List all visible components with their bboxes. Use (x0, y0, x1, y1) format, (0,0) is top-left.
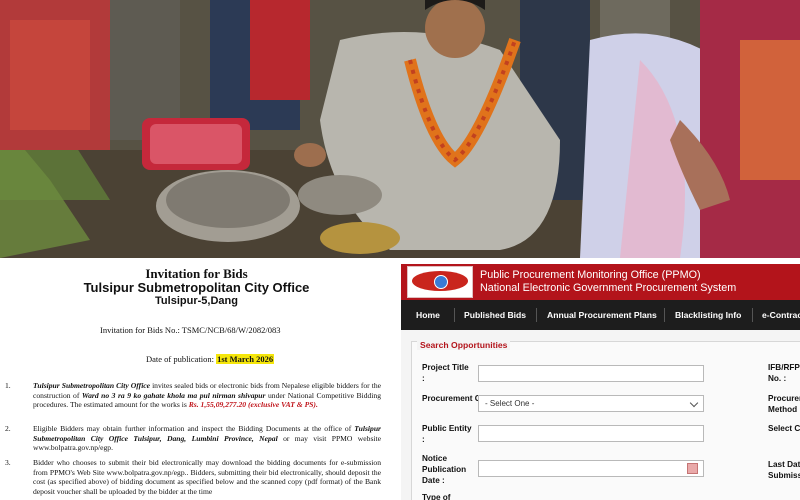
photo-scene (0, 0, 800, 258)
item-text-part: Eligible Bidders may obtain further info… (33, 424, 355, 433)
item-bold: Tulsipur Submetropolitan City Office (33, 381, 151, 390)
nav-annual-procurement-plans[interactable]: Annual Procurement Plans (547, 300, 657, 330)
item-text: Tulsipur Submetropolitan City Office inv… (33, 381, 381, 410)
item-bold: Ward no 3 ra 9 ko gahate khola ma pul ni… (81, 390, 266, 400)
notice-item-1: 1. Tulsipur Submetropolitan City Office … (5, 381, 381, 410)
last-date-label: Last Date Submission (768, 460, 800, 480)
ceremony-photo (0, 0, 800, 258)
calendar-icon[interactable] (687, 463, 698, 474)
select-c-label: Select C (768, 424, 800, 433)
nav-home[interactable]: Home (416, 300, 440, 330)
item-number: 2. (5, 424, 11, 433)
procurement-category-select[interactable]: - Select One - (478, 395, 704, 412)
office-address: Tulsipur-5,Dang (155, 295, 238, 307)
item-number: 1. (5, 381, 11, 390)
ifb-rfp-label: IFB/RFP No. : (768, 363, 800, 383)
nav-blacklisting-info[interactable]: Blacklisting Info (675, 300, 741, 330)
project-title-input[interactable] (478, 365, 704, 382)
type-label: Type of (422, 493, 451, 500)
nav-published-bids[interactable]: Published Bids (464, 300, 526, 330)
publication-date-label: Date of publication: (146, 354, 217, 364)
selected-value: - Select One - (485, 399, 535, 408)
publication-date: Date of publication: 1st March 2026 (146, 354, 275, 364)
procurement-method-label: Procurement Method (768, 394, 800, 414)
portal-nav: Home Published Bids Annual Procurement P… (401, 300, 800, 330)
search-title: Search Opportunities (417, 340, 511, 350)
public-entity-label: Public Entity: (422, 424, 472, 444)
notice-publication-date-label: Notice Publication Date : (422, 454, 467, 485)
public-entity-input[interactable] (478, 425, 704, 442)
portal-header: Public Procurement Monitoring Office (PP… (401, 264, 800, 300)
estimated-amount: Rs. 1,55,09,277.20 (exclusive VAT & PS). (188, 400, 318, 410)
portal-subtitle: National Electronic Government Procureme… (480, 282, 737, 294)
notice-item-2: 2. Eligible Bidders may obtain further i… (5, 424, 381, 453)
notice-publication-date-input[interactable] (478, 460, 704, 477)
item-number: 3. (5, 458, 11, 467)
nav-e-contract[interactable]: e-Contract (762, 300, 800, 330)
notice-item-3: 3. Bidder who chooses to submit their bi… (5, 458, 381, 496)
ppmo-logo[interactable] (407, 266, 473, 298)
bid-notice-document: Invitation for Bids Tulsipur Submetropol… (0, 264, 393, 500)
office-name: Tulsipur Submetropolitan City Office (83, 280, 310, 295)
ppmo-portal: Public Procurement Monitoring Office (PP… (401, 264, 800, 500)
portal-title: Public Procurement Monitoring Office (PP… (480, 269, 701, 281)
project-title-label: Project Title: (422, 363, 469, 383)
publication-date-value: 1st March 2026 (216, 354, 275, 364)
bid-reference: Invitation for Bids No.: TSMC/NCB/68/W/2… (100, 325, 281, 335)
chevron-down-icon (689, 398, 699, 408)
item-text: Eligible Bidders may obtain further info… (33, 424, 381, 453)
item-text: Bidder who chooses to submit their bid e… (33, 458, 381, 496)
